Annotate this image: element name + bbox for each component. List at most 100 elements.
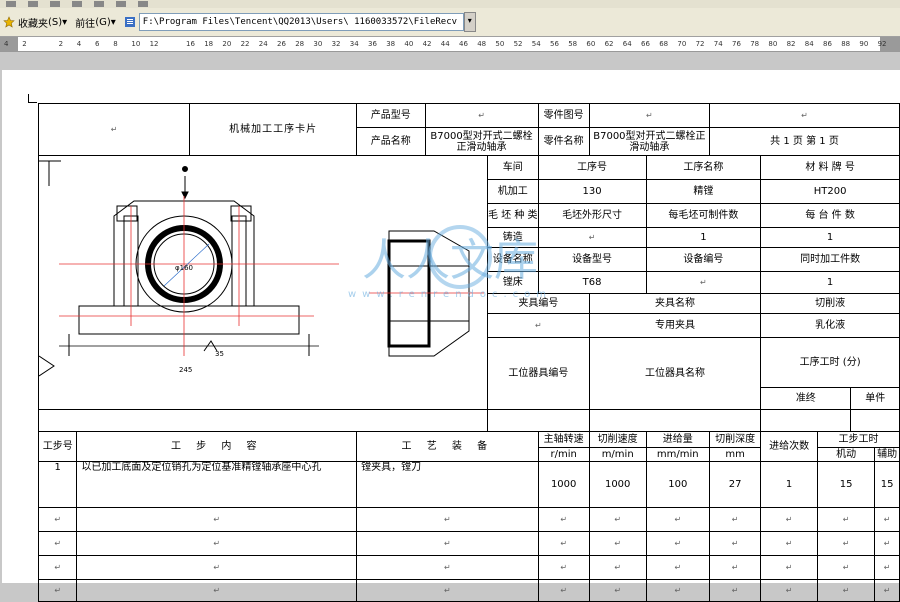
step-1-spindle: 1000 <box>537 461 590 508</box>
ruler-tick: 34 <box>349 40 359 48</box>
page-label: 页 <box>792 136 803 147</box>
step-1-depth: 27 <box>708 461 762 508</box>
unit-label: 单件 <box>850 387 900 410</box>
ruler-tick: 92 <box>877 40 887 48</box>
paste-icon[interactable] <box>50 1 60 7</box>
cut-speed-label: 切削速度 <box>588 431 647 448</box>
empty-cell: ↵ <box>817 531 876 556</box>
ruler[interactable]: 4 2 2 4 6 8 10 12 16 18 20 22 24 26 28 30 32 34 36 38 40 42 44… <box>0 37 900 52</box>
ruler-tick: 32 <box>331 40 341 48</box>
goto-shortcut: (G) <box>95 16 111 28</box>
page-gutter <box>0 52 900 70</box>
empty-cell: ↵ <box>817 507 876 532</box>
fixture-name-value: 专用夹具 <box>588 313 762 338</box>
ruler-tick: 86 <box>823 40 832 48</box>
ruler-tick: 2 <box>58 40 64 48</box>
undo-icon[interactable] <box>72 1 82 7</box>
address-dropdown-icon[interactable]: ▾ <box>463 12 476 32</box>
cut-speed-unit: m/min <box>588 447 647 462</box>
product-name-label: 产品名称 <box>356 127 426 156</box>
ruler-tick: 72 <box>695 40 705 48</box>
ruler-tick: 70 <box>677 40 687 48</box>
part-drawing-value: ↵ <box>588 103 711 128</box>
empty-cell: ↵ <box>37 531 78 556</box>
empty-cell: ↵ <box>588 507 647 532</box>
part-name-value: B7000型对开式二螺栓正滑动轴承 <box>588 127 711 156</box>
empty-cell: ↵ <box>708 555 762 580</box>
product-model-value: ↵ <box>424 103 539 128</box>
total-label: 共 <box>770 136 781 147</box>
fixture-no-value: ↵ <box>487 313 590 338</box>
empty-cell: ↵ <box>37 555 78 580</box>
small-dimension: 35 <box>215 350 224 358</box>
ruler-tick: 24 <box>258 40 268 48</box>
redo-icon[interactable] <box>94 1 104 7</box>
toolbar: 收藏夹 (S) ▾ 前往 (G) ▾ F:\Program Files\Tenc… <box>0 0 900 37</box>
chevron-down-icon: ▾ <box>62 16 68 28</box>
empty-cell: ↵ <box>708 507 762 532</box>
ruler-tick: 50 <box>495 40 505 48</box>
fixture-no-label: 夹具编号 <box>487 293 590 314</box>
equip-no-value: ↵ <box>645 271 762 294</box>
diameter-dimension: φ160 <box>175 264 193 272</box>
ruler-tick: 6 <box>95 40 100 48</box>
part-drawing-extra: ↵ <box>709 103 900 128</box>
ruler-tick: 4 <box>4 40 9 48</box>
ruler-tick: 52 <box>513 40 523 48</box>
ruler-tick: 12 <box>149 40 159 48</box>
feed-unit: mm/min <box>645 447 711 462</box>
address-input[interactable]: F:\Program Files\Tencent\QQ2013\Users\ 1… <box>138 13 464 31</box>
chevron-down-icon: ▾ <box>110 16 116 28</box>
empty-cell: ↵ <box>76 555 358 580</box>
preview-icon[interactable] <box>138 1 148 7</box>
station-no-value <box>487 409 590 432</box>
empty-cell: ↵ <box>537 531 590 556</box>
print-icon[interactable] <box>116 1 126 7</box>
process-equip-label: 工 艺 装 备 <box>356 431 539 462</box>
ruler-tick: 44 <box>440 40 450 48</box>
final-label: 准终 <box>760 387 852 410</box>
step-no-label: 工步号 <box>37 431 78 462</box>
empty-cell: ↵ <box>76 531 358 556</box>
ruler-tick: 16 <box>186 40 195 48</box>
cut-icon[interactable] <box>6 1 16 7</box>
ruler-tick: 90 <box>859 40 869 48</box>
bearing-drawing: φ160 245 35 <box>39 160 484 377</box>
empty-cell: ↵ <box>708 531 762 556</box>
ruler-tick: 40 <box>404 40 414 48</box>
ruler-tick: 18 <box>204 40 214 48</box>
empty-cell: ↵ <box>645 555 711 580</box>
final-value <box>760 409 852 432</box>
depth-label: 切削深度 <box>708 431 762 448</box>
op-name-label: 工序名称 <box>645 155 762 180</box>
depth-unit: mm <box>708 447 762 462</box>
ruler-tick: 38 <box>386 40 396 48</box>
step-1-cut-speed: 1000 <box>588 461 647 508</box>
op-name-value: 精镗 <box>645 179 762 204</box>
step-1-no: 1 <box>37 461 78 508</box>
material-label: 材 料 牌 号 <box>760 155 900 180</box>
empty-cell: ↵ <box>588 531 647 556</box>
step-1-feed: 100 <box>645 461 711 508</box>
per-blank-label: 每毛坯可制件数 <box>645 203 762 228</box>
ruler-tick: 66 <box>641 40 650 48</box>
favorites-menu[interactable]: 收藏夹 (S) ▾ <box>0 13 70 31</box>
op-no-label: 工序号 <box>537 155 647 180</box>
copy-icon[interactable] <box>28 1 38 7</box>
total-value: 1 <box>783 136 790 147</box>
empty-cell: ↵ <box>645 507 711 532</box>
ruler-tick: 20 <box>222 40 232 48</box>
spindle-label: 主轴转速 <box>537 431 590 448</box>
star-icon <box>3 16 15 28</box>
goto-menu[interactable]: 前往 (G) ▾ <box>72 13 119 31</box>
empty-cell: ↵ <box>537 507 590 532</box>
coolant-label: 切削液 <box>760 293 900 314</box>
product-name-value: B7000型对开式二螺栓正滑动轴承 <box>424 127 539 156</box>
empty-cell: ↵ <box>874 507 900 532</box>
step-1-content: 以已加工底面及定位销孔为定位基准精镗轴承座中心孔 <box>76 461 358 508</box>
step-1-passes: 1 <box>760 461 819 508</box>
ruler-tick: 36 <box>368 40 377 48</box>
equip-model-label: 设备型号 <box>537 247 647 272</box>
ruler-tick: 8 <box>113 40 118 48</box>
per-unit-label: 每 台 件 数 <box>760 203 900 228</box>
